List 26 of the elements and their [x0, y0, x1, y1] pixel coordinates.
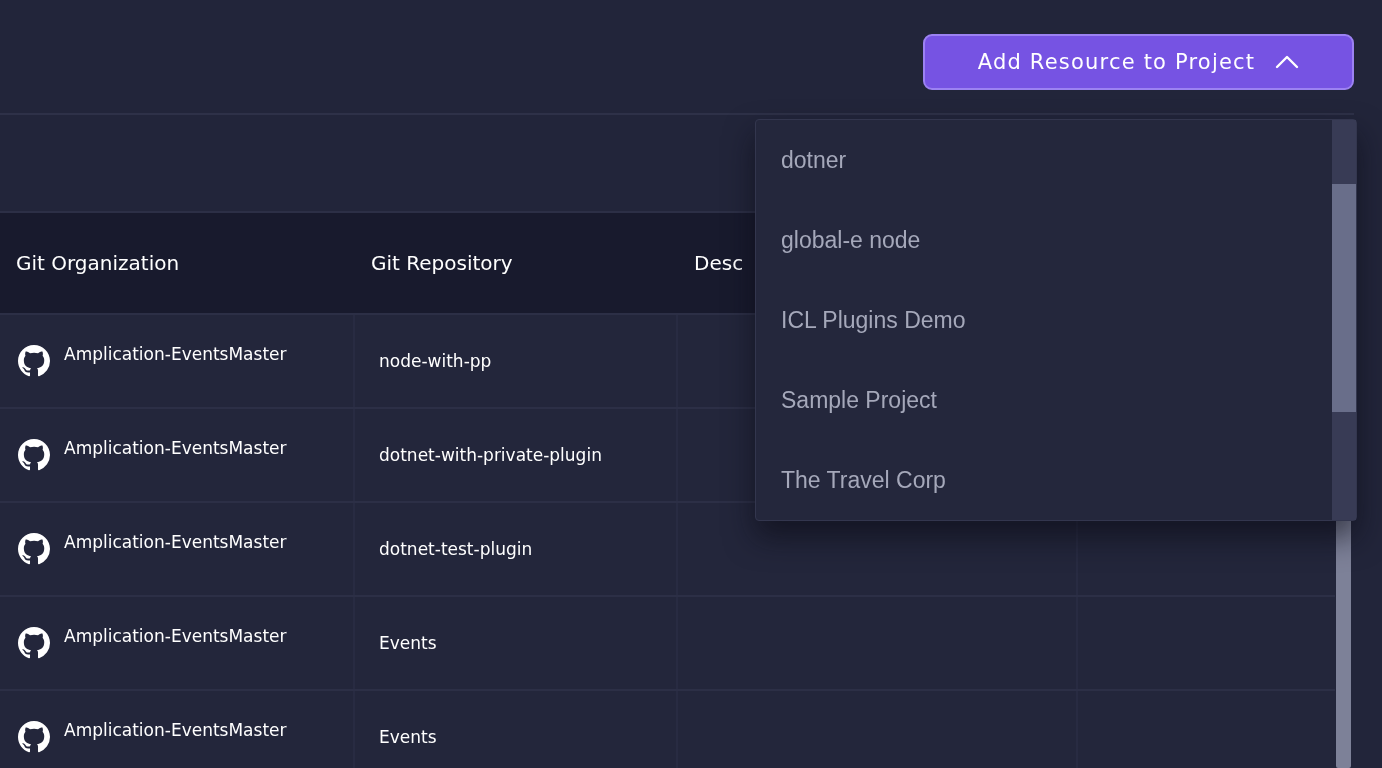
project-option[interactable]: Sample Project	[756, 360, 1332, 440]
organization-name: Amplication-EventsMaster	[64, 626, 287, 646]
organization-name: Amplication-EventsMaster	[64, 438, 287, 458]
column-header: Git Organization	[16, 251, 180, 275]
column-header: Git Repository	[371, 251, 513, 275]
add-resource-button[interactable]: Add Resource to Project	[923, 34, 1354, 90]
github-icon	[18, 345, 50, 377]
project-option[interactable]: The Travel Corp	[756, 440, 1332, 520]
project-option[interactable]: global-e node	[756, 200, 1332, 280]
project-option[interactable]: dotner	[756, 120, 1332, 200]
column-header: Desc	[694, 251, 744, 275]
repository-name: Events	[379, 633, 437, 653]
github-icon	[18, 627, 50, 659]
github-icon	[18, 721, 50, 753]
scrollbar-thumb[interactable]	[1332, 184, 1356, 412]
organization-name: Amplication-EventsMaster	[64, 720, 287, 740]
github-icon	[18, 533, 50, 565]
organization-name: Amplication-EventsMaster	[64, 344, 287, 364]
repository-name: Events	[379, 727, 437, 747]
github-icon	[18, 439, 50, 471]
repository-name: node-with-pp	[379, 351, 492, 371]
repository-name: dotnet-with-private-plugin	[379, 445, 602, 465]
organization-name: Amplication-EventsMaster	[64, 532, 287, 552]
repository-name: dotnet-test-plugin	[379, 539, 533, 559]
project-option[interactable]: ICL Plugins Demo	[756, 280, 1332, 360]
chevron-icon	[1275, 55, 1300, 69]
